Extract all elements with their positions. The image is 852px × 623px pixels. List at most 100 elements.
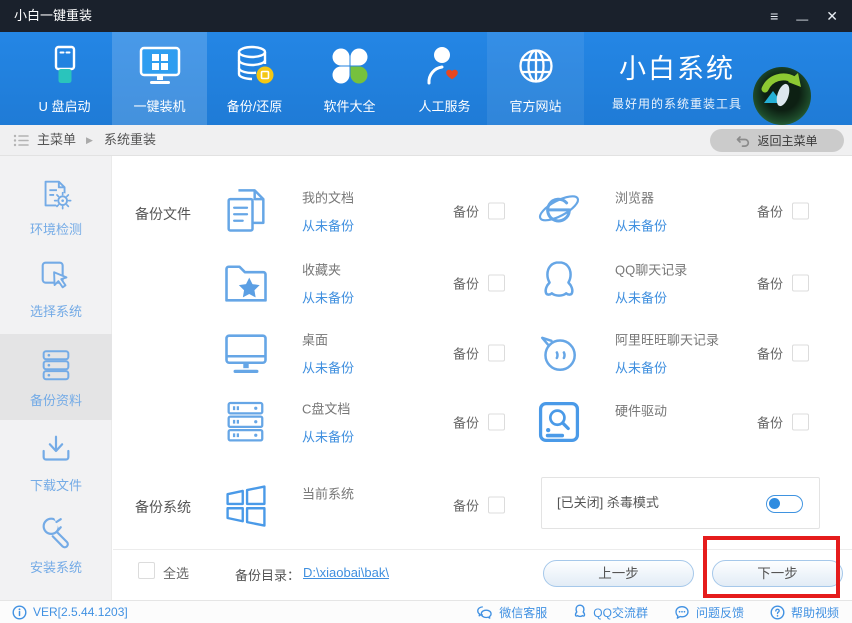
select-all-checkbox[interactable] [138, 562, 155, 579]
backup-checkbox-label: 备份 [757, 344, 783, 363]
cursor-select-icon [37, 257, 75, 295]
wrench-icon [37, 513, 75, 551]
documents-icon [220, 185, 272, 237]
backup-checkbox-c-drive-docs[interactable] [488, 414, 505, 431]
backup-checkbox-desktop[interactable] [488, 345, 505, 362]
server-rack-icon [220, 396, 272, 448]
nav-one-key-install[interactable]: 一键装机 [112, 32, 207, 125]
backup-checkbox-label: 备份 [453, 496, 479, 515]
backup-checkbox-qq-chat[interactable] [792, 275, 809, 292]
help-icon [770, 605, 785, 620]
next-step-button[interactable]: 下一步 [712, 560, 843, 587]
breadcrumb-current: 系统重装 [104, 125, 156, 155]
main-nav: U 盘启动 一键装机 [0, 32, 852, 125]
version-info: VER[2.5.44.1203] [12, 601, 128, 623]
close-button[interactable]: ✕ [826, 9, 838, 23]
breadcrumb-root[interactable]: 主菜单 [37, 125, 76, 155]
qq-icon [573, 604, 587, 620]
statusbar-link-label: QQ交流群 [593, 604, 648, 621]
minimize-button[interactable]: — [796, 13, 808, 25]
nav-software-collection[interactable]: 软件大全 [302, 32, 397, 125]
download-icon [37, 431, 75, 469]
backup-checkbox-wangwang-chat[interactable] [792, 345, 809, 362]
nav-human-service[interactable]: 人工服务 [397, 32, 492, 125]
backup-checkbox-browser[interactable] [792, 203, 809, 220]
backup-item-title: 桌面 [302, 330, 354, 349]
back-to-main-menu-button[interactable]: 返回主菜单 [710, 129, 844, 152]
titlebar: 小白一键重装 ≡ — ✕ [0, 0, 852, 32]
backup-item-status: 从未备份 [302, 216, 354, 235]
antivirus-mode-panel: [已关闭] 杀毒模式 [541, 477, 820, 529]
backup-item-status: 从未备份 [615, 216, 667, 235]
backup-item-status: 从未备份 [302, 427, 354, 446]
version-text: VER[2.5.44.1203] [33, 605, 128, 619]
usb-drive-icon [43, 43, 87, 89]
backup-row-desktop: 桌面 从未备份 备份 [220, 321, 505, 385]
group-label-backup-files: 备份文件 [135, 204, 191, 224]
clover-icon [328, 43, 372, 89]
bottom-divider [113, 549, 852, 550]
sidebar-item-backup-data[interactable]: 备份资料 [0, 345, 112, 409]
backup-item-title: 浏览器 [615, 188, 667, 207]
app-window: 小白一键重装 ≡ — ✕ U 盘启动 [0, 0, 852, 623]
backup-item-status: 从未备份 [615, 358, 719, 377]
previous-step-button[interactable]: 上一步 [543, 560, 694, 587]
select-all-label: 全选 [163, 563, 189, 582]
backup-row-browser: 浏览器 从未备份 备份 [533, 179, 809, 243]
brand-subtitle: 最好用的系统重装工具 [606, 95, 748, 112]
browser-icon [533, 185, 585, 237]
qq-group-link[interactable]: QQ交流群 [573, 604, 648, 621]
window-title: 小白一键重装 [14, 0, 92, 32]
sidebar-item-label: 备份资料 [30, 390, 82, 409]
server-stack-icon [37, 346, 75, 384]
backup-checkbox-hardware-driver[interactable] [792, 414, 809, 431]
backup-row-current-system: 当前系统 备份 [220, 473, 505, 537]
desktop-monitor-icon [220, 327, 272, 379]
menu-icon[interactable]: ≡ [770, 9, 778, 23]
statusbar-link-label: 问题反馈 [696, 604, 744, 621]
nav-official-site[interactable]: 官方网站 [487, 32, 584, 125]
backup-checkbox-label: 备份 [757, 202, 783, 221]
backup-item-status [302, 512, 354, 527]
antivirus-toggle[interactable] [766, 495, 803, 513]
backup-checkbox-my-documents[interactable] [488, 203, 505, 220]
statusbar-link-label: 帮助视频 [791, 604, 839, 621]
xiaobai-logo-icon [751, 65, 813, 127]
backup-row-wangwang-chat: 阿里旺旺聊天记录 从未备份 备份 [533, 321, 809, 385]
backup-item-title: C盘文档 [302, 399, 354, 418]
backup-item-status [615, 429, 667, 444]
wechat-support-link[interactable]: 微信客服 [476, 604, 547, 621]
backup-item-title: 阿里旺旺聊天记录 [615, 330, 719, 349]
backup-checkbox-favorites[interactable] [488, 275, 505, 292]
back-button-label: 返回主菜单 [757, 132, 817, 149]
wechat-icon [476, 605, 493, 620]
antivirus-mode-label: [已关闭] 杀毒模式 [557, 478, 659, 528]
sidebar-item-env-check[interactable]: 环境检测 [0, 174, 112, 238]
backup-checkbox-label: 备份 [757, 413, 783, 432]
nav-label: 备份/还原 [227, 96, 283, 115]
nav-backup-restore[interactable]: 备份/还原 [207, 32, 302, 125]
nav-label: 人工服务 [418, 96, 470, 115]
box-gear-icon [37, 175, 75, 213]
folder-star-icon [220, 257, 272, 309]
backup-item-status: 从未备份 [615, 288, 687, 307]
breadcrumb-bar: 主菜单 ▶ 系统重装 返回主菜单 [0, 125, 852, 156]
feedback-link[interactable]: 问题反馈 [674, 604, 744, 621]
group-label-backup-system: 备份系统 [135, 497, 191, 517]
backup-item-title: 我的文档 [302, 188, 354, 207]
sidebar-item-install-system[interactable]: 安装系统 [0, 512, 112, 576]
backup-checkbox-label: 备份 [757, 274, 783, 293]
help-video-link[interactable]: 帮助视频 [770, 604, 839, 621]
sidebar-item-label: 选择系统 [30, 301, 82, 320]
backup-checkbox-current-system[interactable] [488, 497, 505, 514]
sidebar-item-select-system[interactable]: 选择系统 [0, 256, 112, 320]
backup-item-title: 当前系统 [302, 484, 354, 503]
back-arrow-icon [736, 134, 750, 147]
sidebar-item-download-files[interactable]: 下载文件 [0, 430, 112, 494]
backup-dir-link[interactable]: D:\xiaobai\bak\ [303, 565, 389, 580]
sidebar-item-label: 安装系统 [30, 557, 82, 576]
brand-title: 小白系统 [606, 47, 748, 86]
backup-item-title: QQ聊天记录 [615, 260, 687, 279]
globe-icon [514, 43, 558, 89]
nav-usb-boot[interactable]: U 盘启动 [17, 32, 112, 125]
